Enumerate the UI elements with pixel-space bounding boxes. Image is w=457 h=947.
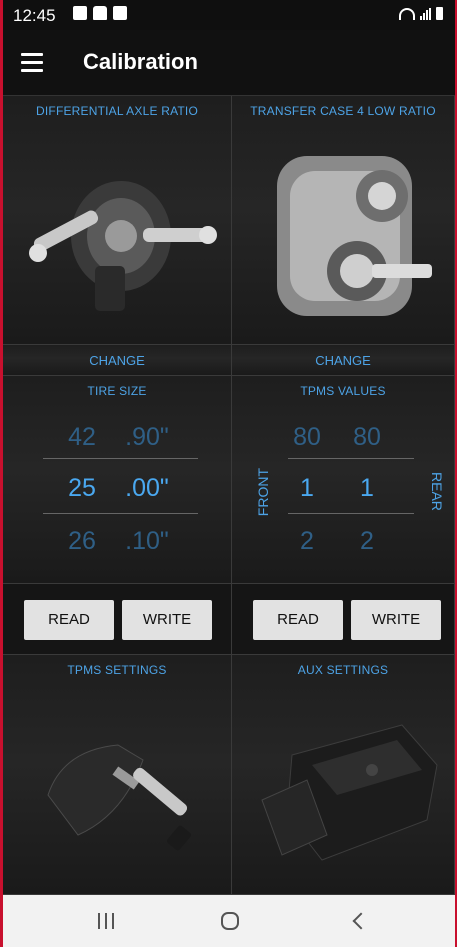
obd-module-image bbox=[261, 724, 438, 861]
tpms-rear-value[interactable]: 80 bbox=[337, 423, 397, 452]
differential-image bbox=[29, 181, 217, 311]
home-icon[interactable] bbox=[221, 912, 239, 930]
tire-picker-row-selected[interactable]: 25 .00" bbox=[3, 474, 231, 503]
tire-size-panel: TIRE SIZE 42 .90" 25 .00" 26 .10" bbox=[3, 376, 232, 584]
picker-divider bbox=[288, 513, 414, 514]
back-icon[interactable] bbox=[352, 912, 370, 930]
app-bar: Calibration bbox=[3, 30, 455, 96]
tpms-picker-row-selected[interactable]: 1 1 bbox=[226, 474, 448, 503]
tire-picker-row-above[interactable]: 42 .90" bbox=[3, 423, 231, 452]
tpms-front-value[interactable]: 2 bbox=[277, 527, 337, 556]
tire-whole-selected[interactable]: 25 bbox=[52, 474, 112, 503]
tpms-front-selected[interactable]: 1 bbox=[277, 474, 337, 503]
app-frame: 12:45 Calibration DIFFERENTIAL AXLE RATI… bbox=[3, 0, 455, 947]
hamburger-menu-icon[interactable] bbox=[21, 53, 45, 73]
tire-whole-value[interactable]: 42 bbox=[52, 423, 112, 452]
transfer-case-image bbox=[277, 156, 432, 316]
tpms-settings-label: TPMS SETTINGS bbox=[67, 663, 167, 677]
differential-axle-ratio-panel[interactable]: DIFFERENTIAL AXLE RATIO bbox=[3, 96, 232, 345]
tpms-settings-panel[interactable]: TPMS SETTINGS bbox=[3, 655, 232, 895]
tpms-front-value[interactable]: 80 bbox=[277, 423, 337, 452]
status-notification-icons bbox=[73, 6, 127, 20]
battery-icon bbox=[436, 7, 443, 20]
status-time: 12:45 bbox=[13, 6, 56, 25]
tire-write-button[interactable]: WRITE bbox=[122, 600, 212, 640]
tpms-sensor-image bbox=[47, 744, 191, 851]
picker-divider bbox=[43, 458, 198, 459]
bag-icon bbox=[93, 6, 107, 20]
tire-read-button[interactable]: READ bbox=[24, 600, 114, 640]
status-bar: 12:45 bbox=[3, 0, 455, 30]
transfer-change-row: CHANGE bbox=[232, 345, 455, 376]
picker-divider bbox=[43, 513, 198, 514]
system-navigation-bar bbox=[3, 895, 455, 947]
tire-size-label: TIRE SIZE bbox=[87, 384, 147, 398]
page-title: Calibration bbox=[83, 49, 198, 74]
transfer-change-button[interactable]: CHANGE bbox=[232, 353, 454, 368]
gallery-icon bbox=[73, 6, 87, 20]
wifi-icon bbox=[399, 8, 415, 20]
axle-change-button[interactable]: CHANGE bbox=[3, 353, 231, 368]
tire-fraction-value[interactable]: .90" bbox=[112, 423, 182, 452]
signal-icon bbox=[420, 8, 431, 20]
recent-apps-icon[interactable] bbox=[98, 913, 114, 929]
tpms-values-label: TPMS VALUES bbox=[300, 384, 386, 398]
axle-change-row: CHANGE bbox=[3, 345, 232, 376]
tpms-read-button[interactable]: READ bbox=[253, 600, 343, 640]
transfer-case-ratio-label: TRANSFER CASE 4 LOW RATIO bbox=[250, 104, 436, 118]
aux-settings-panel[interactable]: AUX SETTINGS bbox=[232, 655, 455, 895]
tpms-rear-value[interactable]: 2 bbox=[337, 527, 397, 556]
picker-divider bbox=[288, 458, 414, 459]
aux-settings-label: AUX SETTINGS bbox=[297, 663, 389, 677]
status-system-icons bbox=[399, 7, 443, 20]
tire-fraction-selected[interactable]: .00" bbox=[112, 474, 182, 503]
tpms-picker-row-above[interactable]: 80 80 bbox=[226, 423, 448, 452]
differential-axle-ratio-label: DIFFERENTIAL AXLE RATIO bbox=[36, 104, 198, 118]
tpms-values-panel: TPMS VALUES FRONT REAR 80 80 1 1 2 2 bbox=[232, 376, 455, 584]
tpms-button-row: READ WRITE bbox=[232, 584, 455, 655]
tire-picker-row-below[interactable]: 26 .10" bbox=[3, 527, 231, 556]
tire-fraction-value[interactable]: .10" bbox=[112, 527, 182, 556]
tire-whole-value[interactable]: 26 bbox=[52, 527, 112, 556]
transfer-case-ratio-panel[interactable]: TRANSFER CASE 4 LOW RATIO bbox=[232, 96, 455, 345]
close-box-icon bbox=[113, 6, 127, 20]
tpms-write-button[interactable]: WRITE bbox=[351, 600, 441, 640]
tpms-picker-row-below[interactable]: 2 2 bbox=[226, 527, 448, 556]
tire-button-row: READ WRITE bbox=[3, 584, 232, 655]
tpms-rear-selected[interactable]: 1 bbox=[337, 474, 397, 503]
